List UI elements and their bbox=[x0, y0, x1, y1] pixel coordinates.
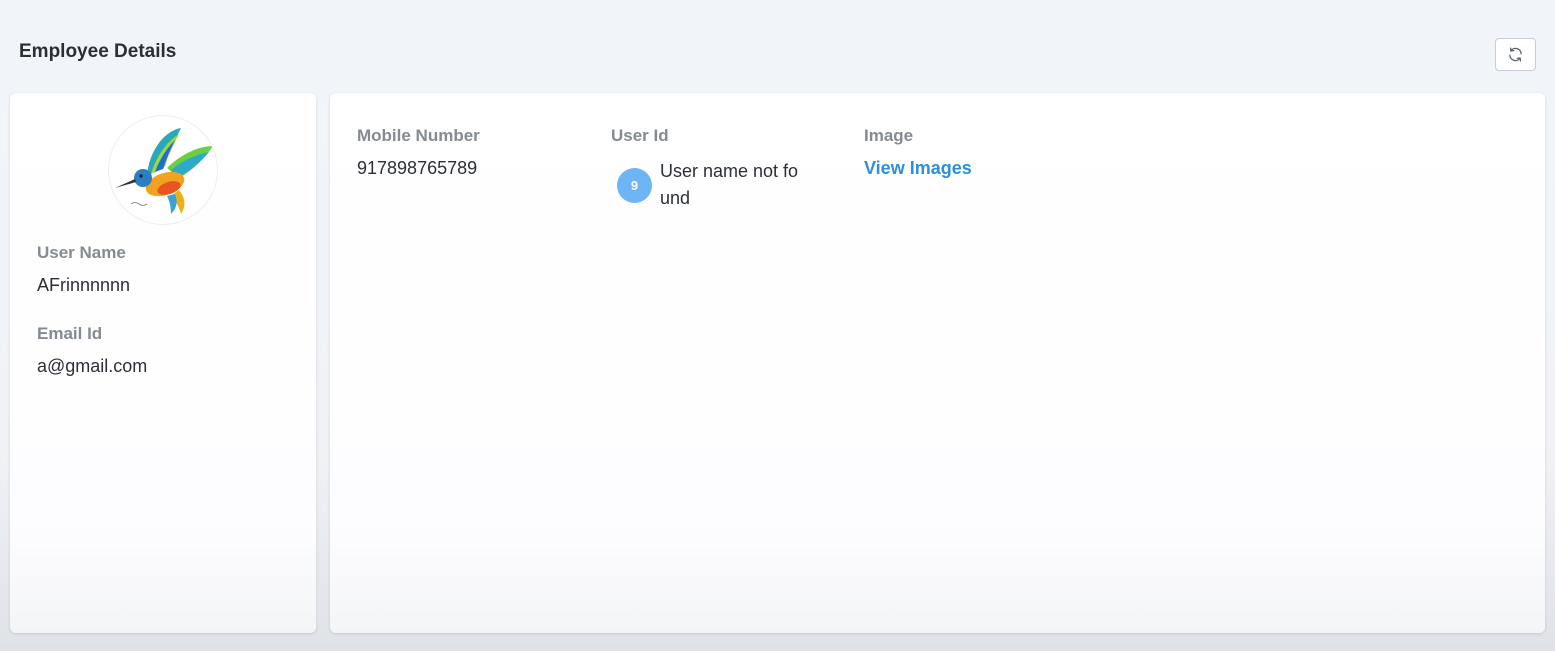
hummingbird-avatar-icon bbox=[115, 128, 213, 214]
user-id-badge: 9 bbox=[617, 168, 652, 203]
avatar bbox=[108, 115, 218, 225]
page-title: Employee Details bbox=[19, 41, 177, 62]
image-label: Image bbox=[864, 126, 914, 145]
details-card: Mobile Number 917898765789 User Id 9 Use… bbox=[330, 93, 1545, 633]
refresh-button[interactable] bbox=[1495, 38, 1536, 71]
user-id-text: User name not found bbox=[660, 161, 799, 208]
user-id-label: User Id bbox=[611, 126, 669, 145]
email-label: Email Id bbox=[37, 324, 103, 343]
view-images-link[interactable]: View Images bbox=[864, 158, 972, 179]
user-name-value: AFrinnnnnn bbox=[37, 275, 131, 295]
profile-card: User Name AFrinnnnnn Email Id a@gmail.co… bbox=[10, 93, 316, 633]
mobile-number-label: Mobile Number bbox=[357, 126, 480, 145]
employee-details-page: Employee Details User Name AFrinnnnnn Em… bbox=[0, 0, 1555, 651]
user-name-label: User Name bbox=[37, 243, 126, 262]
email-value: a@gmail.com bbox=[37, 356, 148, 376]
refresh-icon bbox=[1509, 47, 1522, 62]
user-id-value: 9 User name not found bbox=[617, 158, 805, 212]
mobile-number-value: 917898765789 bbox=[357, 158, 478, 178]
